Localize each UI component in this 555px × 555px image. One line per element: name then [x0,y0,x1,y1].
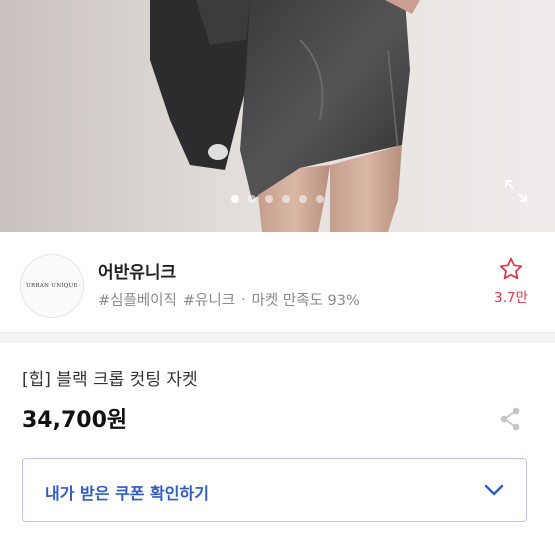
carousel-dot[interactable] [299,195,307,203]
carousel-dot[interactable] [282,195,290,203]
favorite-count: 3.7만 [494,290,528,306]
market-satisfaction: 마켓 만족도 93% [251,293,360,309]
seller-tags: #심플베이직 #유니크 · 마켓 만족도 93% [98,289,360,310]
carousel-dot[interactable] [316,195,324,203]
carousel-dot[interactable] [265,195,273,203]
fullscreen-expand-icon[interactable] [503,178,529,204]
favorite-button[interactable]: 3.7만 [490,256,532,306]
seller-logo[interactable]: URBAN UNIQUE [20,254,84,318]
product-info: [힙] 블랙 크롭 컷팅 자켓 34,700원 내가 받은 쿠폰 확인하기 [0,333,555,555]
carousel-dot[interactable] [248,195,256,203]
product-price: 34,700원 [22,408,128,433]
coupon-label: 내가 받은 쿠폰 확인하기 [45,484,209,503]
chevron-down-icon [484,484,504,496]
seller-name[interactable]: 어반유니크 [98,258,176,283]
product-name: [힙] 블랙 크롭 컷팅 자켓 [22,370,198,390]
carousel-dot[interactable] [231,195,239,203]
carousel-indicator [0,192,555,206]
share-icon[interactable] [498,406,522,432]
coupon-check-button[interactable]: 내가 받은 쿠폰 확인하기 [22,458,527,522]
star-icon [499,257,523,280]
seller-tag[interactable]: #유니크 [183,289,235,310]
separator: · [241,291,246,308]
seller-tag[interactable]: #심플베이직 [98,289,177,310]
seller-logo-text: URBAN UNIQUE [26,283,78,289]
seller-info[interactable]: URBAN UNIQUE 어반유니크 #심플베이직 #유니크 · 마켓 만족도 … [0,232,555,333]
product-image[interactable] [0,0,555,232]
